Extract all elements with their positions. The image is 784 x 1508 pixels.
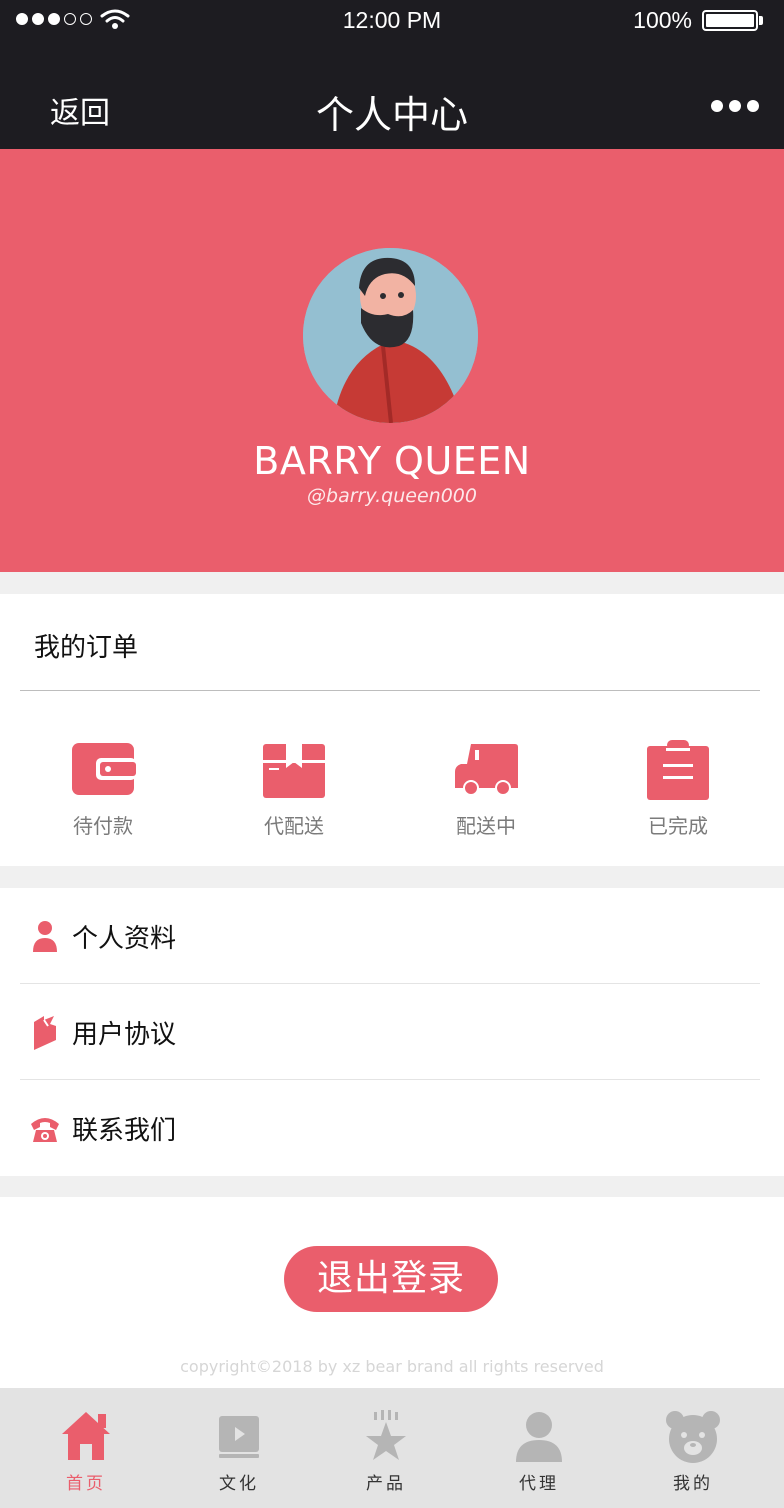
order-label: 待付款 <box>73 814 133 838</box>
wallet-icon <box>72 743 136 795</box>
battery-tip <box>759 16 763 25</box>
menu-item-contact-us[interactable]: 联系我们 <box>0 1080 784 1176</box>
order-awaiting-delivery[interactable]: 代配送 <box>234 738 354 839</box>
navigation-bar: 返回 个人中心 <box>0 40 784 149</box>
avatar-image <box>303 248 478 423</box>
settings-menu: 个人资料 用户协议 联系我们 <box>0 888 784 1176</box>
tab-products[interactable]: 产品 <box>316 1388 456 1508</box>
user-handle: @barry.queen000 <box>307 485 477 507</box>
orders-section: 我的订单 待付款 代配送 配送中 已完成 <box>0 594 784 866</box>
avatar[interactable] <box>303 248 478 423</box>
orders-title: 我的订单 <box>34 633 139 663</box>
user-icon <box>33 921 57 952</box>
battery-icon <box>702 10 758 31</box>
order-pending-payment[interactable]: 待付款 <box>43 738 163 839</box>
menu-item-label: 联系我们 <box>72 1116 177 1146</box>
logout-section: 退出登录 copyright©2018 by xz bear brand all… <box>0 1197 784 1388</box>
user-name: BARRY QUEEN <box>253 439 531 483</box>
more-options-icon[interactable] <box>711 100 759 112</box>
tab-home[interactable]: 首页 <box>16 1388 156 1508</box>
tab-mine[interactable]: 我的 <box>623 1388 763 1508</box>
telephone-icon <box>31 1118 59 1142</box>
home-icon <box>62 1412 110 1460</box>
profile-header: BARRY QUEEN @barry.queen000 <box>0 149 784 572</box>
tab-culture[interactable]: 文化 <box>169 1388 309 1508</box>
order-in-delivery[interactable]: 配送中 <box>426 738 546 839</box>
status-bar: 12:00 PM 100% <box>0 0 784 40</box>
star-icon <box>366 1410 406 1460</box>
clipboard-icon <box>647 740 709 800</box>
tab-label: 首页 <box>66 1474 106 1494</box>
divider <box>20 690 760 691</box>
menu-item-profile[interactable]: 个人资料 <box>0 888 784 984</box>
menu-item-label: 用户协议 <box>72 1020 177 1050</box>
bear-icon <box>666 1411 720 1463</box>
book-icon <box>34 1016 56 1050</box>
battery-percentage: 100% <box>633 7 692 33</box>
order-completed[interactable]: 已完成 <box>618 738 738 839</box>
video-icon <box>219 1416 259 1458</box>
tab-label: 产品 <box>366 1474 406 1494</box>
menu-item-label: 个人资料 <box>72 924 177 954</box>
order-label: 配送中 <box>456 814 516 838</box>
order-label: 代配送 <box>264 814 324 838</box>
menu-item-user-agreement[interactable]: 用户协议 <box>0 984 784 1080</box>
agent-icon <box>516 1412 562 1462</box>
page-title: 个人中心 <box>315 93 468 137</box>
tab-agent[interactable]: 代理 <box>469 1388 609 1508</box>
package-icon <box>263 742 325 798</box>
logout-button[interactable]: 退出登录 <box>284 1246 498 1312</box>
bottom-tab-bar: 首页 文化 产品 代理 我的 <box>0 1388 784 1508</box>
tab-label: 我的 <box>673 1474 713 1494</box>
tab-label: 文化 <box>219 1474 259 1494</box>
copyright-text: copyright©2018 by xz bear brand all righ… <box>180 1357 604 1376</box>
order-label: 已完成 <box>648 814 708 838</box>
delivery-truck-icon <box>455 744 518 796</box>
tab-label: 代理 <box>519 1474 559 1494</box>
